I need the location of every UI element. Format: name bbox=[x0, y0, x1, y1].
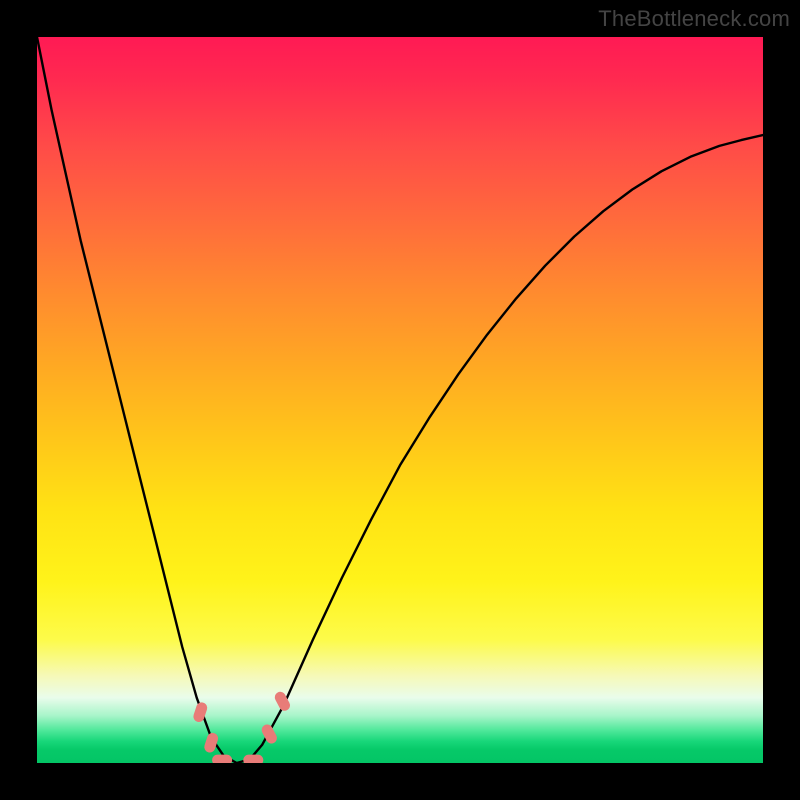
marker-left-upper bbox=[192, 701, 209, 723]
chart-svg bbox=[37, 37, 763, 763]
marker-bottom-right bbox=[243, 755, 263, 763]
marker-left-lower bbox=[203, 731, 220, 753]
marker-bottom-left bbox=[212, 755, 232, 763]
watermark-text: TheBottleneck.com bbox=[598, 6, 790, 32]
bottleneck-curve bbox=[37, 37, 763, 763]
plot-area bbox=[37, 37, 763, 763]
curve-group bbox=[37, 37, 763, 763]
chart-frame: TheBottleneck.com bbox=[0, 0, 800, 800]
